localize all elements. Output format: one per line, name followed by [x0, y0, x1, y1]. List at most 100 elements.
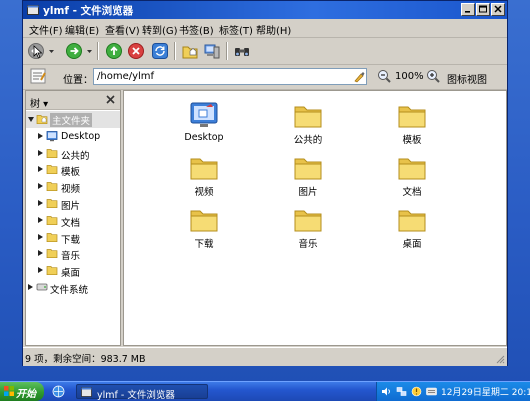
tree-expander[interactable]	[38, 250, 43, 257]
sidebar-item-filesystem[interactable]: 文件系统	[26, 279, 120, 296]
tree-expander[interactable]	[28, 283, 33, 290]
folder-icon	[189, 205, 219, 233]
file-browser-app-icon	[27, 5, 39, 15]
sidebar-item-music[interactable]: 音乐	[26, 245, 120, 262]
folder-icon	[46, 163, 58, 175]
folder-icon	[397, 101, 427, 129]
tree-expander[interactable]	[38, 199, 43, 206]
menu-bookmarks[interactable]: 书签(B)	[179, 22, 214, 37]
menu-edit[interactable]: 编辑(E)	[65, 22, 99, 37]
file-item-public[interactable]: 公共的	[273, 101, 343, 146]
desktop-icon	[46, 130, 58, 141]
menu-bar: 文件(F) 编辑(E) 查看(V) 转到(G) 书签(B) 标签(T) 帮助(H…	[23, 19, 507, 38]
file-label: 图片	[298, 187, 318, 198]
zoom-out-icon[interactable]	[377, 69, 391, 83]
up-button[interactable]	[105, 42, 123, 60]
tree-expander[interactable]	[28, 117, 34, 122]
maximize-button[interactable]	[476, 3, 490, 16]
menu-go[interactable]: 转到(G)	[142, 22, 178, 37]
folder-icon	[293, 153, 323, 181]
forward-history-chevron-down-icon[interactable]	[86, 48, 93, 55]
close-button[interactable]	[491, 3, 505, 16]
volume-icon[interactable]	[381, 386, 392, 397]
back-history-chevron-down-icon[interactable]	[48, 48, 55, 55]
menu-file[interactable]: 文件(F)	[29, 22, 63, 37]
sidebar-view-select[interactable]: 树 ▾	[30, 95, 48, 110]
file-item-desktop-cn[interactable]: 桌面	[377, 205, 447, 250]
menu-view[interactable]: 查看(V)	[105, 22, 140, 37]
location-input[interactable]: /home/ylmf	[93, 68, 367, 85]
clear-location-icon[interactable]	[353, 71, 365, 83]
taskbar: 开始 ylmf - 文件浏览器 12月29日星期二 20:1	[0, 381, 530, 401]
sidebar-item-home[interactable]: 主文件夹	[26, 111, 120, 128]
menu-help[interactable]: 帮助(H)	[256, 22, 291, 37]
sidebar-item-videos[interactable]: 视频	[26, 178, 120, 195]
sidebar-item-desktop-cn[interactable]: 桌面	[26, 262, 120, 279]
folder-icon	[46, 180, 58, 192]
toolbar-separator	[226, 42, 228, 60]
location-label: 位置：	[63, 75, 93, 86]
status-text: 9 项，剩余空间：983.7 MB	[25, 354, 146, 365]
home-folder-icon	[36, 113, 48, 125]
resize-grip-icon[interactable]	[495, 354, 505, 364]
tree-expander[interactable]	[38, 233, 43, 240]
zoom-level: 100%	[395, 71, 424, 82]
tree-expander[interactable]	[38, 267, 43, 274]
sidebar-item-pictures[interactable]: 图片	[26, 195, 120, 212]
sidebar-item-documents[interactable]: 文档	[26, 212, 120, 229]
clock[interactable]: 12月29日星期二 20:1	[441, 385, 530, 398]
taskbar-item-file-browser[interactable]: ylmf - 文件浏览器	[76, 384, 208, 401]
toolbar-separator	[97, 42, 99, 60]
file-item-videos[interactable]: 视频	[169, 153, 239, 198]
sidebar-item-label: Desktop	[61, 130, 101, 142]
sidebar-item-templates[interactable]: 模板	[26, 161, 120, 178]
computer-button[interactable]	[203, 42, 221, 60]
folder-icon	[293, 205, 323, 233]
mouse-cursor-icon	[33, 45, 43, 59]
home-button[interactable]	[181, 42, 199, 60]
tree-expander[interactable]	[38, 132, 43, 139]
menu-tabs[interactable]: 标签(T)	[219, 22, 253, 37]
title-bar[interactable]: ylmf - 文件浏览器	[23, 1, 507, 19]
tree-expander[interactable]	[38, 166, 43, 173]
file-item-pictures[interactable]: 图片	[273, 153, 343, 198]
file-label: 模板	[402, 135, 422, 146]
start-button[interactable]: 开始	[0, 382, 44, 401]
file-item-templates[interactable]: 模板	[377, 101, 447, 146]
location-bar: 位置： /home/ylmf 100% 图标视图	[23, 65, 507, 90]
start-logo-icon	[4, 386, 14, 396]
update-notifier-icon[interactable]	[411, 386, 422, 397]
keyboard-layout-icon[interactable]	[426, 386, 437, 397]
reload-button[interactable]	[151, 42, 169, 60]
stop-button[interactable]	[127, 42, 145, 60]
file-icon-view: Desktop 公共的 模板 视频 图片 文档 下载 音乐 桌面	[123, 90, 507, 346]
zoom-in-icon[interactable]	[426, 69, 440, 83]
file-item-downloads[interactable]: 下载	[169, 205, 239, 250]
network-icon[interactable]	[396, 386, 407, 397]
file-item-desktop[interactable]: Desktop	[169, 101, 239, 143]
tree-expander[interactable]	[38, 149, 43, 156]
view-mode-select[interactable]: 图标视图	[447, 71, 487, 86]
tree-expander[interactable]	[38, 183, 43, 190]
file-item-music[interactable]: 音乐	[273, 205, 343, 250]
sidebar-item-desktop[interactable]: Desktop	[26, 128, 120, 145]
sidebar-item-label: 音乐	[61, 251, 81, 263]
tree-expander[interactable]	[38, 216, 43, 223]
minimize-button[interactable]	[461, 3, 475, 16]
close-sidebar-icon[interactable]	[105, 94, 116, 105]
forward-button[interactable]	[65, 42, 83, 60]
folder-icon	[46, 247, 58, 259]
sidebar-item-public[interactable]: 公共的	[26, 145, 120, 162]
folder-icon	[46, 231, 58, 243]
status-bar: 9 项，剩余空间：983.7 MB	[23, 347, 507, 366]
search-button[interactable]	[233, 42, 251, 60]
sidebar-item-label: 模板	[61, 167, 81, 179]
edit-location-icon	[30, 68, 46, 84]
computer-icon	[204, 44, 220, 59]
toggle-location-button[interactable]	[29, 67, 47, 85]
sidebar-item-label: 主文件夹	[50, 113, 93, 127]
file-item-documents[interactable]: 文档	[377, 153, 447, 198]
sidebar-item-label: 下载	[61, 234, 81, 246]
sidebar-item-downloads[interactable]: 下载	[26, 229, 120, 246]
browser-launcher-icon[interactable]	[52, 385, 65, 398]
